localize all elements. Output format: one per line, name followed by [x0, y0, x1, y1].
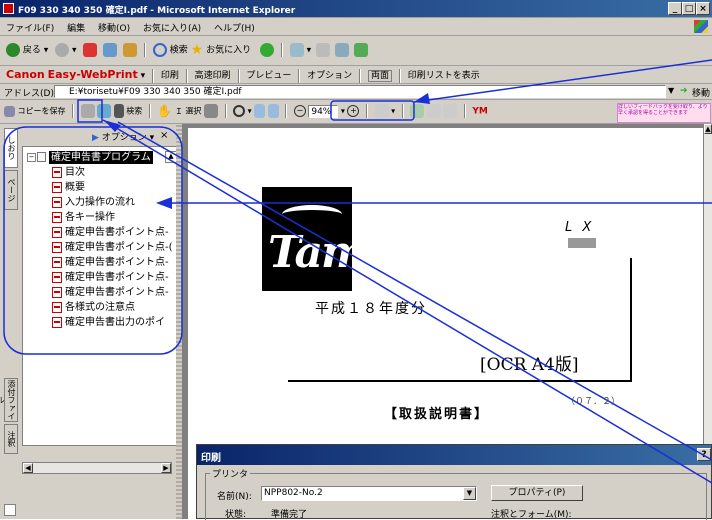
zoom-arrow-line	[413, 59, 712, 103]
zoom-callout-box	[330, 100, 415, 121]
print-icon-callout-box	[77, 99, 103, 123]
print-arrow-line-2	[117, 121, 712, 461]
sidebar-arrowhead	[156, 197, 172, 209]
sidebar-callout-ring	[3, 126, 183, 355]
print-arrow-line-1	[102, 119, 712, 484]
annotation-overlay	[3, 59, 712, 484]
